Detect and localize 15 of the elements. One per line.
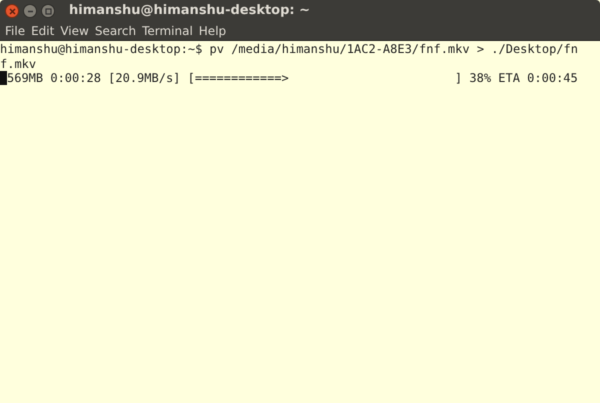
close-icon	[8, 8, 16, 14]
menu-item[interactable]: File	[2, 22, 28, 40]
menu-item[interactable]: Edit	[28, 22, 58, 40]
menu-item[interactable]: Search	[92, 22, 140, 40]
menu-item[interactable]: Terminal	[139, 22, 196, 40]
minimize-button[interactable]	[23, 4, 37, 18]
terminal-line: 569MB 0:00:28 [20.9MB/s] [============> ] 38% ETA 0:00:45	[7, 71, 578, 86]
terminal-line: himanshu@himanshu-desktop:~$ pv /media/himanshu/1AC2-A8E3/fnf.mkv > ./Desktop/fn	[0, 42, 578, 56]
menu-item[interactable]: View	[57, 22, 92, 40]
maximize-button[interactable]	[41, 4, 55, 18]
maximize-icon	[44, 8, 52, 14]
close-button[interactable]	[5, 4, 19, 18]
menu-item[interactable]: Help	[196, 22, 230, 40]
terminal-line: f.mkv	[0, 56, 36, 71]
window-title: himanshu@himanshu-desktop: ~	[69, 2, 310, 20]
